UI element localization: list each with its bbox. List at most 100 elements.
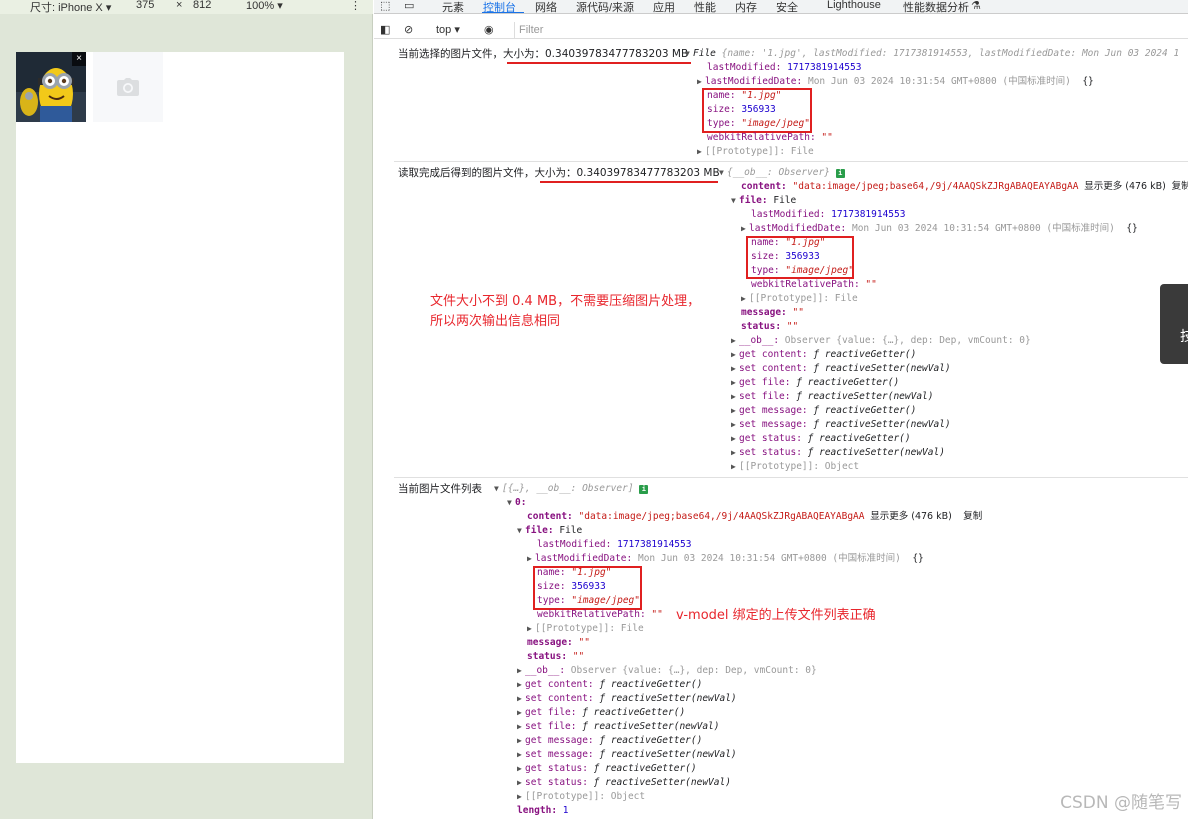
console-toolbar: ◧ ⊘ top ▾ ◉ Filter xyxy=(374,21,1188,39)
tab-security[interactable]: 安全 xyxy=(776,0,798,13)
console-output: 当前选择的图片文件，大小为：0.34039783477783203 MB ▼ Fi… xyxy=(374,40,1188,819)
msg1-size-underline xyxy=(507,62,691,64)
msg3-accessor[interactable]: ▶ get message: ƒ reactiveGetter() xyxy=(517,734,702,748)
sidebar-toggle-icon[interactable]: ◧ xyxy=(380,23,390,36)
info-icon: i xyxy=(835,169,845,178)
msg2-webkitrelativepath: webkitRelativePath: "" xyxy=(751,279,877,290)
inspect-element-icon[interactable]: ⬚ xyxy=(380,0,390,12)
msg3-webkitrelativepath: webkitRelativePath: "" xyxy=(537,609,663,620)
more-options-icon[interactable]: ⋮ xyxy=(350,0,361,12)
msg3-lastmodifieddate[interactable]: ▶ lastModifiedDate: Mon Jun 03 2024 10:31… xyxy=(527,552,924,566)
device-label: 尺寸: iPhone X xyxy=(30,2,103,14)
info-icon: i xyxy=(639,485,649,494)
floating-side-widget[interactable]: 技 xyxy=(1160,284,1188,364)
msg3-file-prototype[interactable]: ▶ [[Prototype]]: File xyxy=(527,622,644,636)
msg2-prototype[interactable]: ▶ [[Prototype]]: Object xyxy=(731,460,859,474)
watermark: CSDN @随笔写 xyxy=(1060,793,1182,813)
msg3-ob[interactable]: ▶ __ob__: Observer {value: {…}, dep: Dep,… xyxy=(517,664,817,678)
tab-application[interactable]: 应用 xyxy=(653,0,675,13)
tab-performance-insights[interactable]: 性能数据分析 xyxy=(903,0,969,13)
msg2-label: 读取完成后得到的图片文件， xyxy=(398,167,535,179)
tab-performance[interactable]: 性能 xyxy=(694,0,716,13)
eye-icon[interactable]: ◉ xyxy=(484,23,494,36)
annotation-note-2: v-model 绑定的上传文件列表正确 xyxy=(676,608,876,623)
msg1-highlight-box xyxy=(702,88,812,133)
msg2-message: message: "" xyxy=(741,307,804,318)
device-emulation-pane: 尺寸: iPhone X ▾ 375 × 812 100% ▾ ⋮ × xyxy=(0,0,373,819)
log-message-1: 当前选择的图片文件，大小为：0.34039783477783203 MB xyxy=(398,47,688,61)
tab-network[interactable]: 网络 xyxy=(535,0,557,13)
camera-icon xyxy=(117,78,139,96)
msg2-accessor[interactable]: ▶ set content: ƒ reactiveSetter(newVal) xyxy=(731,362,951,376)
copy-button[interactable]: 复制 xyxy=(1172,181,1188,192)
msg3-lastmodified: lastModified: 1717381914553 xyxy=(537,539,692,550)
msg2-accessor[interactable]: ▶ get message: ƒ reactiveGetter() xyxy=(731,404,916,418)
device-select[interactable]: 尺寸: iPhone X ▾ xyxy=(30,0,111,14)
context-select[interactable]: top ▾ xyxy=(436,23,460,36)
tab-elements[interactable]: 元素 xyxy=(442,0,464,13)
msg2-accessor[interactable]: ▶ set message: ƒ reactiveSetter(newVal) xyxy=(731,418,951,432)
msg2-ob[interactable]: ▶ __ob__: Observer {value: {…}, dep: Dep,… xyxy=(731,334,1031,348)
msg2-accessor[interactable]: ▶ set file: ƒ reactiveSetter(newVal) xyxy=(731,390,934,404)
dimension-times: × xyxy=(176,0,183,11)
msg2-accessor[interactable]: ▶ set status: ƒ reactiveSetter(newVal) xyxy=(731,446,945,460)
tab-lighthouse[interactable]: Lighthouse xyxy=(827,0,881,11)
active-tab-indicator xyxy=(482,12,524,13)
side-widget-text: 技 xyxy=(1180,328,1188,344)
tab-sources[interactable]: 源代码/来源 xyxy=(576,0,634,13)
context-label: top xyxy=(436,24,452,36)
msg2-lastmodified: lastModified: 1717381914553 xyxy=(751,209,906,220)
uploaded-image-thumbnail[interactable]: × xyxy=(16,52,86,122)
tab-memory[interactable]: 内存 xyxy=(735,0,757,13)
copy-button[interactable]: 复制 xyxy=(963,511,982,522)
msg2-highlight-box xyxy=(746,236,854,279)
msg3-summary[interactable]: ▼ [{…}, __ob__: Observer] i xyxy=(494,482,649,496)
devtools-panel: ⬚ ▭ 元素 控制台 网络 源代码/来源 应用 性能 内存 安全 Lightho… xyxy=(374,0,1188,819)
msg2-size-label: 大小为：0.34039783477783203 MB xyxy=(534,167,720,179)
msg3-file[interactable]: ▼ file: File xyxy=(517,524,582,538)
delete-image-icon[interactable]: × xyxy=(72,52,86,66)
zoom-label: 100% xyxy=(246,0,275,12)
annotation-note-1-line-1: 文件大小不到 0.4 MB，不需要压缩图片处理， xyxy=(430,294,701,309)
filter-input[interactable]: Filter xyxy=(514,22,1188,38)
upload-button[interactable] xyxy=(93,52,163,122)
msg2-lastmodifieddate[interactable]: ▶ lastModifiedDate: Mon Jun 03 2024 10:31… xyxy=(741,222,1138,236)
msg2-size-underline xyxy=(540,181,718,183)
show-more-button[interactable]: 显示更多 (476 kB) xyxy=(1084,181,1166,192)
msg2-accessor[interactable]: ▶ get status: ƒ reactiveGetter() xyxy=(731,432,911,446)
msg1-summary-body: {name: '1.jpg', lastModified: 1717381914… xyxy=(721,48,1180,59)
msg3-accessor[interactable]: ▶ get content: ƒ reactiveGetter() xyxy=(517,678,702,692)
msg3-accessor[interactable]: ▶ set file: ƒ reactiveSetter(newVal) xyxy=(517,720,720,734)
width-input[interactable]: 375 xyxy=(136,0,154,11)
msg1-label: 当前选择的图片文件， xyxy=(398,48,503,60)
height-input[interactable]: 812 xyxy=(193,0,211,11)
annotation-note-1-line-2: 所以两次输出信息相同 xyxy=(430,314,561,329)
msg2-file[interactable]: ▼ file: File xyxy=(731,194,796,208)
msg3-content: content: "data:image/jpeg;base64,/9j/4AA… xyxy=(527,511,983,522)
msg3-accessor[interactable]: ▶ set content: ƒ reactiveSetter(newVal) xyxy=(517,692,737,706)
msg1-size-label: 大小为：0.34039783477783203 MB xyxy=(503,48,689,60)
msg2-status: status: "" xyxy=(741,321,799,332)
msg2-accessor[interactable]: ▶ get file: ƒ reactiveGetter() xyxy=(731,376,899,390)
device-screen: × xyxy=(16,52,344,763)
msg1-summary[interactable]: ▼ File {name: '1.jpg', lastModified: 1717… xyxy=(685,47,1179,61)
zoom-select[interactable]: 100% ▾ xyxy=(246,0,283,12)
msg2-accessor[interactable]: ▶ get content: ƒ reactiveGetter() xyxy=(731,348,916,362)
msg1-prototype[interactable]: ▶ [[Prototype]]: File xyxy=(697,145,814,159)
msg3-accessor[interactable]: ▶ get file: ƒ reactiveGetter() xyxy=(517,706,685,720)
msg3-length: length: 1 xyxy=(517,805,569,816)
msg3-accessor[interactable]: ▶ set status: ƒ reactiveSetter(newVal) xyxy=(517,776,731,790)
msg3-status: status: "" xyxy=(527,651,585,662)
msg2-file-prototype[interactable]: ▶ [[Prototype]]: File xyxy=(741,292,858,306)
clear-console-icon[interactable]: ⊘ xyxy=(404,23,413,36)
msg3-prototype[interactable]: ▶ [[Prototype]]: Object xyxy=(517,790,645,804)
msg1-lastmodifieddate[interactable]: ▶ lastModifiedDate: Mon Jun 03 2024 10:31… xyxy=(697,75,1094,89)
msg3-accessor[interactable]: ▶ set message: ƒ reactiveSetter(newVal) xyxy=(517,748,737,762)
show-more-button[interactable]: 显示更多 (476 kB) xyxy=(870,511,952,522)
flask-icon: ⚗ xyxy=(971,0,981,12)
device-toggle-icon[interactable]: ▭ xyxy=(404,0,414,12)
msg2-summary[interactable]: ▼ {__ob__: Observer} i xyxy=(719,166,845,180)
msg3-index-0[interactable]: ▼ 0: xyxy=(507,496,526,510)
message-separator xyxy=(394,477,1188,478)
msg3-accessor[interactable]: ▶ get status: ƒ reactiveGetter() xyxy=(517,762,697,776)
